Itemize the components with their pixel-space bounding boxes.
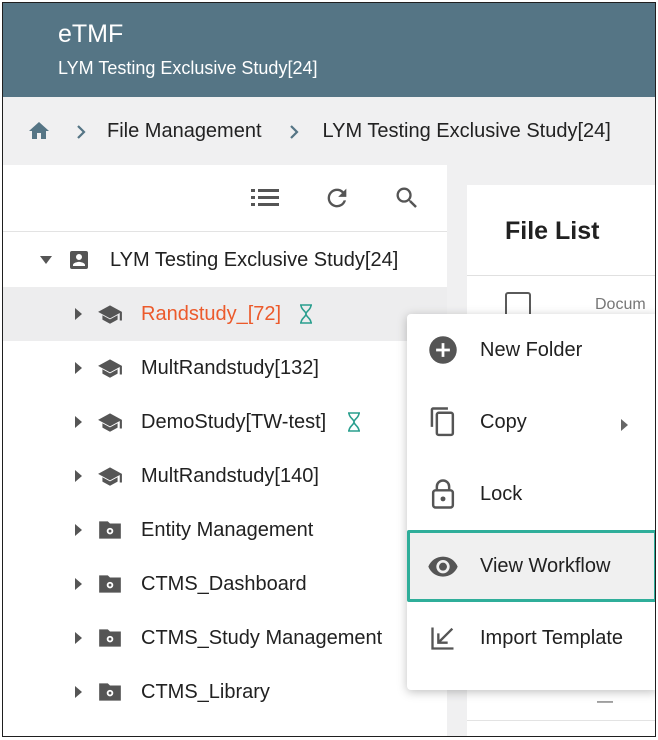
chevron-right-icon — [73, 123, 89, 139]
menu-item-label: New Folder — [480, 338, 583, 361]
copy-icon — [427, 406, 459, 438]
app-title: eTMF — [58, 20, 124, 48]
caret-right-icon[interactable] — [71, 685, 85, 699]
study-title: LYM Testing Exclusive Study[24] — [58, 58, 318, 78]
chevron-right-icon — [286, 123, 302, 139]
tree-item-label: Randstudy_[72] — [141, 302, 282, 325]
caret-right-icon[interactable] — [71, 577, 85, 591]
menu-item-lock[interactable]: Lock — [407, 458, 655, 530]
file-list-title: File List — [505, 217, 600, 245]
caret-right-icon[interactable] — [71, 469, 85, 483]
tree-item-label: CTMS_Study Management — [141, 626, 383, 649]
breadcrumb: File Management LYM Testing Exclusive St… — [3, 97, 655, 165]
eye-icon — [427, 550, 459, 582]
menu-item-import-template[interactable]: Import Template — [407, 602, 655, 674]
settings-folder-icon — [97, 571, 123, 597]
tree-item-label: Entity Management — [141, 518, 314, 541]
tree-item-ctms-study-management[interactable]: CTMS_Study Management — [3, 611, 447, 665]
tree-item-ctms-dashboard[interactable]: CTMS_Dashboard — [3, 557, 447, 611]
settings-folder-icon — [97, 517, 123, 543]
tree-item-ctms-library[interactable]: CTMS_Library — [3, 665, 447, 719]
submenu-arrow-icon — [619, 415, 631, 431]
caret-right-icon[interactable] — [71, 631, 85, 645]
lock-icon — [427, 478, 459, 510]
tree-item-multrandstudy-132[interactable]: MultRandstudy[132] — [3, 341, 447, 395]
app-header: eTMF LYM Testing Exclusive Study[24] — [3, 3, 655, 97]
import-icon — [427, 622, 459, 654]
app-window: eTMF LYM Testing Exclusive Study[24] Fil… — [2, 2, 656, 737]
account-box-icon — [66, 247, 92, 273]
caret-right-icon[interactable] — [71, 523, 85, 537]
hourglass-icon — [298, 304, 314, 324]
menu-item-label: Copy — [480, 410, 527, 433]
context-menu: New Folder Copy Lock View Workflow Impor… — [407, 314, 655, 690]
school-icon — [97, 463, 123, 489]
tree-item-randstudy[interactable]: Randstudy_[72] — [3, 287, 447, 341]
settings-folder-icon — [97, 625, 123, 651]
breadcrumb-item-study[interactable]: LYM Testing Exclusive Study[24] — [323, 120, 611, 143]
tree-item-label: CTMS_Dashboard — [141, 572, 307, 595]
refresh-icon[interactable] — [322, 183, 352, 213]
tree-root-item[interactable]: LYM Testing Exclusive Study[24] — [3, 233, 447, 287]
caret-right-icon[interactable] — [71, 361, 85, 375]
menu-item-new-folder[interactable]: New Folder — [407, 314, 655, 386]
divider — [467, 275, 655, 276]
divider — [467, 720, 655, 721]
menu-item-view-workflow[interactable]: View Workflow — [407, 530, 655, 602]
file-list-footer-text: — — [597, 693, 613, 710]
breadcrumb-item-file-management[interactable]: File Management — [107, 120, 262, 143]
school-icon — [97, 301, 123, 327]
tree-item-demostudy[interactable]: DemoStudy[TW-test] — [3, 395, 447, 449]
add-circle-icon — [427, 334, 459, 366]
settings-folder-icon — [97, 679, 123, 705]
tree-item-label: DemoStudy[TW-test] — [141, 410, 327, 433]
menu-item-label: Import Template — [480, 626, 624, 649]
home-icon[interactable] — [27, 119, 51, 143]
menu-item-copy[interactable]: Copy — [407, 386, 655, 458]
tree-item-label: MultRandstudy[140] — [141, 464, 319, 487]
tree-item-entity-management[interactable]: Entity Management — [3, 503, 447, 557]
menu-item-label: Lock — [480, 482, 523, 505]
folder-tree-panel: LYM Testing Exclusive Study[24] Randstud… — [3, 165, 447, 736]
school-icon — [97, 355, 123, 381]
menu-item-label: View Workflow — [480, 554, 611, 577]
school-icon — [97, 409, 123, 435]
tree-item-multrandstudy-140[interactable]: MultRandstudy[140] — [3, 449, 447, 503]
list-icon[interactable] — [250, 183, 280, 213]
caret-right-icon[interactable] — [71, 307, 85, 321]
caret-right-icon[interactable] — [71, 415, 85, 429]
caret-down-icon[interactable] — [39, 253, 53, 267]
tree-item-label: CTMS_Library — [141, 680, 270, 703]
search-icon[interactable] — [392, 183, 422, 213]
hourglass-icon — [346, 412, 362, 432]
tree-item-label: MultRandstudy[132] — [141, 356, 319, 379]
tree-toolbar — [3, 165, 447, 232]
column-header-document[interactable]: Docum — [595, 296, 646, 314]
tree-item-label: LYM Testing Exclusive Study[24] — [110, 248, 399, 271]
